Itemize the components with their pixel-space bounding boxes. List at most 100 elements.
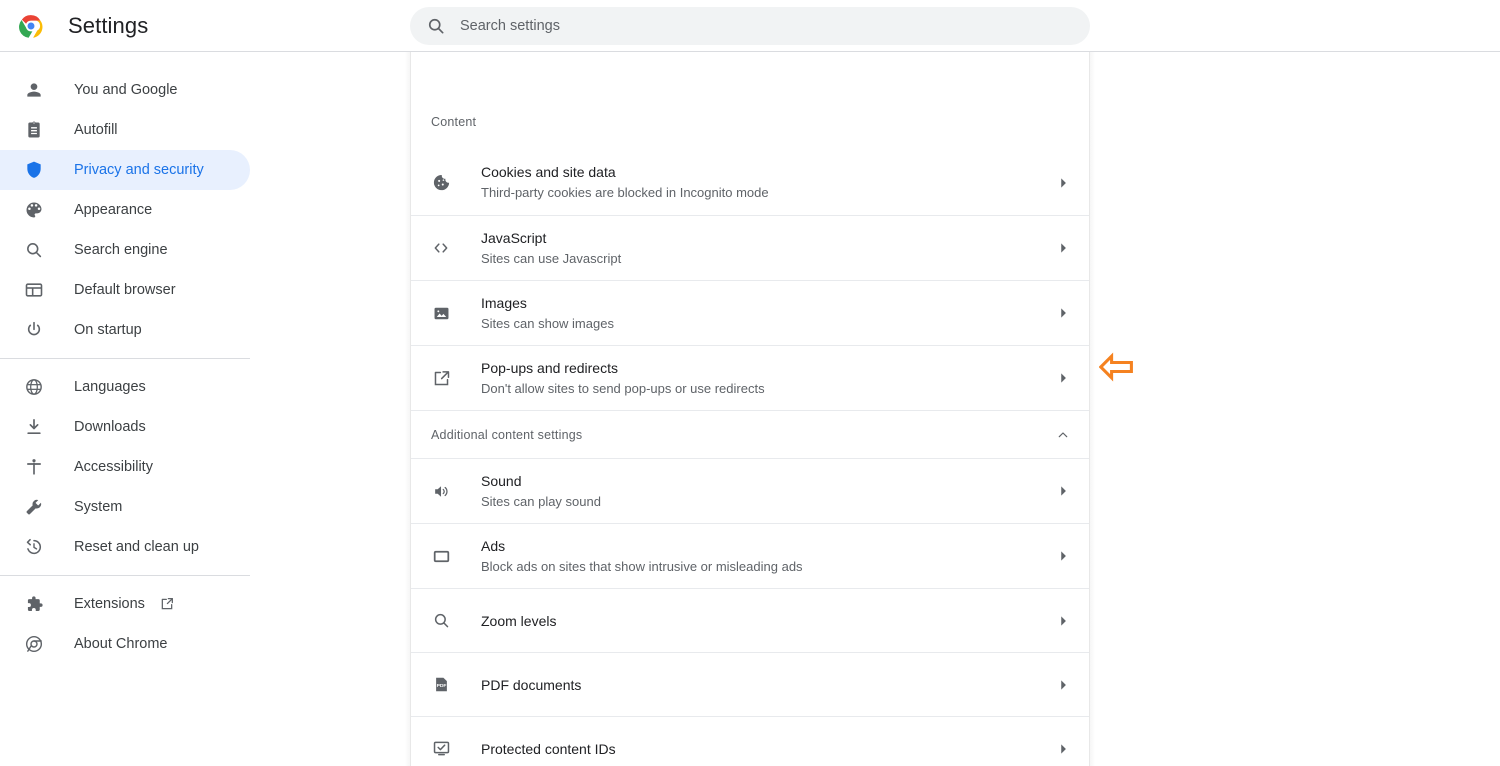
row-title: PDF documents [481,675,1055,695]
row-sound[interactable]: Sound Sites can play sound [411,458,1089,523]
svg-text:PDF: PDF [436,683,446,689]
chevron-right-icon[interactable] [1055,613,1071,629]
sidebar-item-extensions[interactable]: Extensions [0,584,250,624]
search-input[interactable] [460,7,1090,45]
puzzle-icon [24,594,44,614]
sidebar-top-spacer [0,60,250,70]
sidebar-item-on-startup[interactable]: On startup [0,310,250,350]
pdf-icon: PDF [431,675,451,695]
row-title: Pop-ups and redirects [481,358,1055,378]
chevron-right-icon[interactable] [1055,240,1071,256]
sidebar-group-2: Languages Downloads [0,359,250,575]
wrench-icon [24,497,44,517]
row-title: Zoom levels [481,611,1055,631]
row-text: Images Sites can show images [481,293,1055,334]
history-restore-icon [24,537,44,557]
row-subtitle: Don't allow sites to send pop-ups or use… [481,379,1055,399]
search-icon [426,16,446,36]
row-pdf-documents[interactable]: PDF PDF documents [411,652,1089,716]
sidebar-item-default-browser[interactable]: Default browser [0,270,250,310]
chevron-right-icon[interactable] [1055,175,1071,191]
chevron-right-icon[interactable] [1055,677,1071,693]
sidebar-item-label: You and Google [74,82,177,98]
sidebar-item-you-and-google[interactable]: You and Google [0,70,250,110]
code-brackets-icon [431,238,451,258]
sidebar-item-label: Appearance [74,202,152,218]
sidebar-item-label: System [74,499,122,515]
row-ads[interactable]: Ads Block ads on sites that show intrusi… [411,523,1089,588]
row-javascript[interactable]: JavaScript Sites can use Javascript [411,215,1089,280]
protected-content-icon [431,739,451,759]
row-text: Pop-ups and redirects Don't allow sites … [481,358,1055,399]
chrome-logo-icon [18,13,44,39]
row-title: Images [481,293,1055,313]
expander-label: Additional content settings [431,428,1055,442]
sidebar-item-label: On startup [74,322,142,338]
zoom-search-icon [431,611,451,631]
sidebar-item-label: Search engine [74,242,168,258]
globe-icon [24,377,44,397]
sidebar-item-label: Accessibility [74,459,153,475]
cookie-icon [431,173,451,193]
row-text: Sound Sites can play sound [481,471,1055,512]
row-text: Zoom levels [481,611,1055,631]
content-section-label: Content [411,108,1089,136]
chevron-right-icon[interactable] [1055,548,1071,564]
row-images[interactable]: Images Sites can show images [411,280,1089,345]
sidebar-item-reset-and-clean-up[interactable]: Reset and clean up [0,527,250,567]
sidebar-item-label: Reset and clean up [74,539,199,555]
power-icon [24,320,44,340]
sidebar-item-label: About Chrome [74,636,168,652]
settings-card: Content Cookies and site data Third-part… [410,52,1090,766]
chevron-right-icon[interactable] [1055,370,1071,386]
palette-icon [24,200,44,220]
open-in-new-icon [431,368,451,388]
row-subtitle: Sites can use Javascript [481,249,1055,269]
search-icon [24,240,44,260]
additional-content-settings-expander[interactable]: Additional content settings [411,410,1089,458]
row-text: Protected content IDs [481,739,1055,759]
row-zoom-levels[interactable]: Zoom levels [411,588,1089,652]
row-popups-and-redirects[interactable]: Pop-ups and redirects Don't allow sites … [411,345,1089,410]
row-subtitle: Sites can play sound [481,492,1055,512]
sidebar-nav: You and Google Autofill Privacy and secu… [0,52,250,766]
sidebar-item-label: Extensions [74,596,145,612]
sidebar-item-autofill[interactable]: Autofill [0,110,250,150]
row-text: PDF documents [481,675,1055,695]
sidebar-item-downloads[interactable]: Downloads [0,407,250,447]
shield-icon [24,160,44,180]
sidebar-item-accessibility[interactable]: Accessibility [0,447,250,487]
row-title: Ads [481,536,1055,556]
settings-page: Settings You and Google [0,0,1500,766]
chevron-up-icon[interactable] [1055,427,1071,443]
sidebar-group-1: You and Google Autofill Privacy and secu… [0,70,250,358]
sidebar-item-appearance[interactable]: Appearance [0,190,250,230]
row-title: Sound [481,471,1055,491]
sidebar-item-system[interactable]: System [0,487,250,527]
row-title: JavaScript [481,228,1055,248]
clipboard-icon [24,120,44,140]
search-box[interactable] [410,7,1090,45]
sidebar-item-search-engine[interactable]: Search engine [0,230,250,270]
row-title: Cookies and site data [481,162,1055,182]
ad-block-icon [431,546,451,566]
main-content: Content Cookies and site data Third-part… [250,52,1500,766]
open-in-new-icon [159,596,175,612]
chevron-right-icon[interactable] [1055,741,1071,757]
sidebar-item-privacy-and-security[interactable]: Privacy and security [0,150,250,190]
row-subtitle: Block ads on sites that show intrusive o… [481,557,1055,577]
row-cookies-and-site-data[interactable]: Cookies and site data Third-party cookie… [411,150,1089,215]
chevron-right-icon[interactable] [1055,483,1071,499]
page-title: Settings [68,13,148,39]
chevron-right-icon[interactable] [1055,305,1071,321]
image-icon [431,303,451,323]
sidebar-item-about-chrome[interactable]: About Chrome [0,624,250,664]
sidebar-item-label: Downloads [74,419,146,435]
person-icon [24,80,44,100]
sidebar-item-languages[interactable]: Languages [0,367,250,407]
row-protected-content-ids[interactable]: Protected content IDs [411,716,1089,766]
row-text: Ads Block ads on sites that show intrusi… [481,536,1055,577]
sidebar-item-label: Languages [74,379,146,395]
sidebar-item-label: Autofill [74,122,118,138]
download-icon [24,417,44,437]
